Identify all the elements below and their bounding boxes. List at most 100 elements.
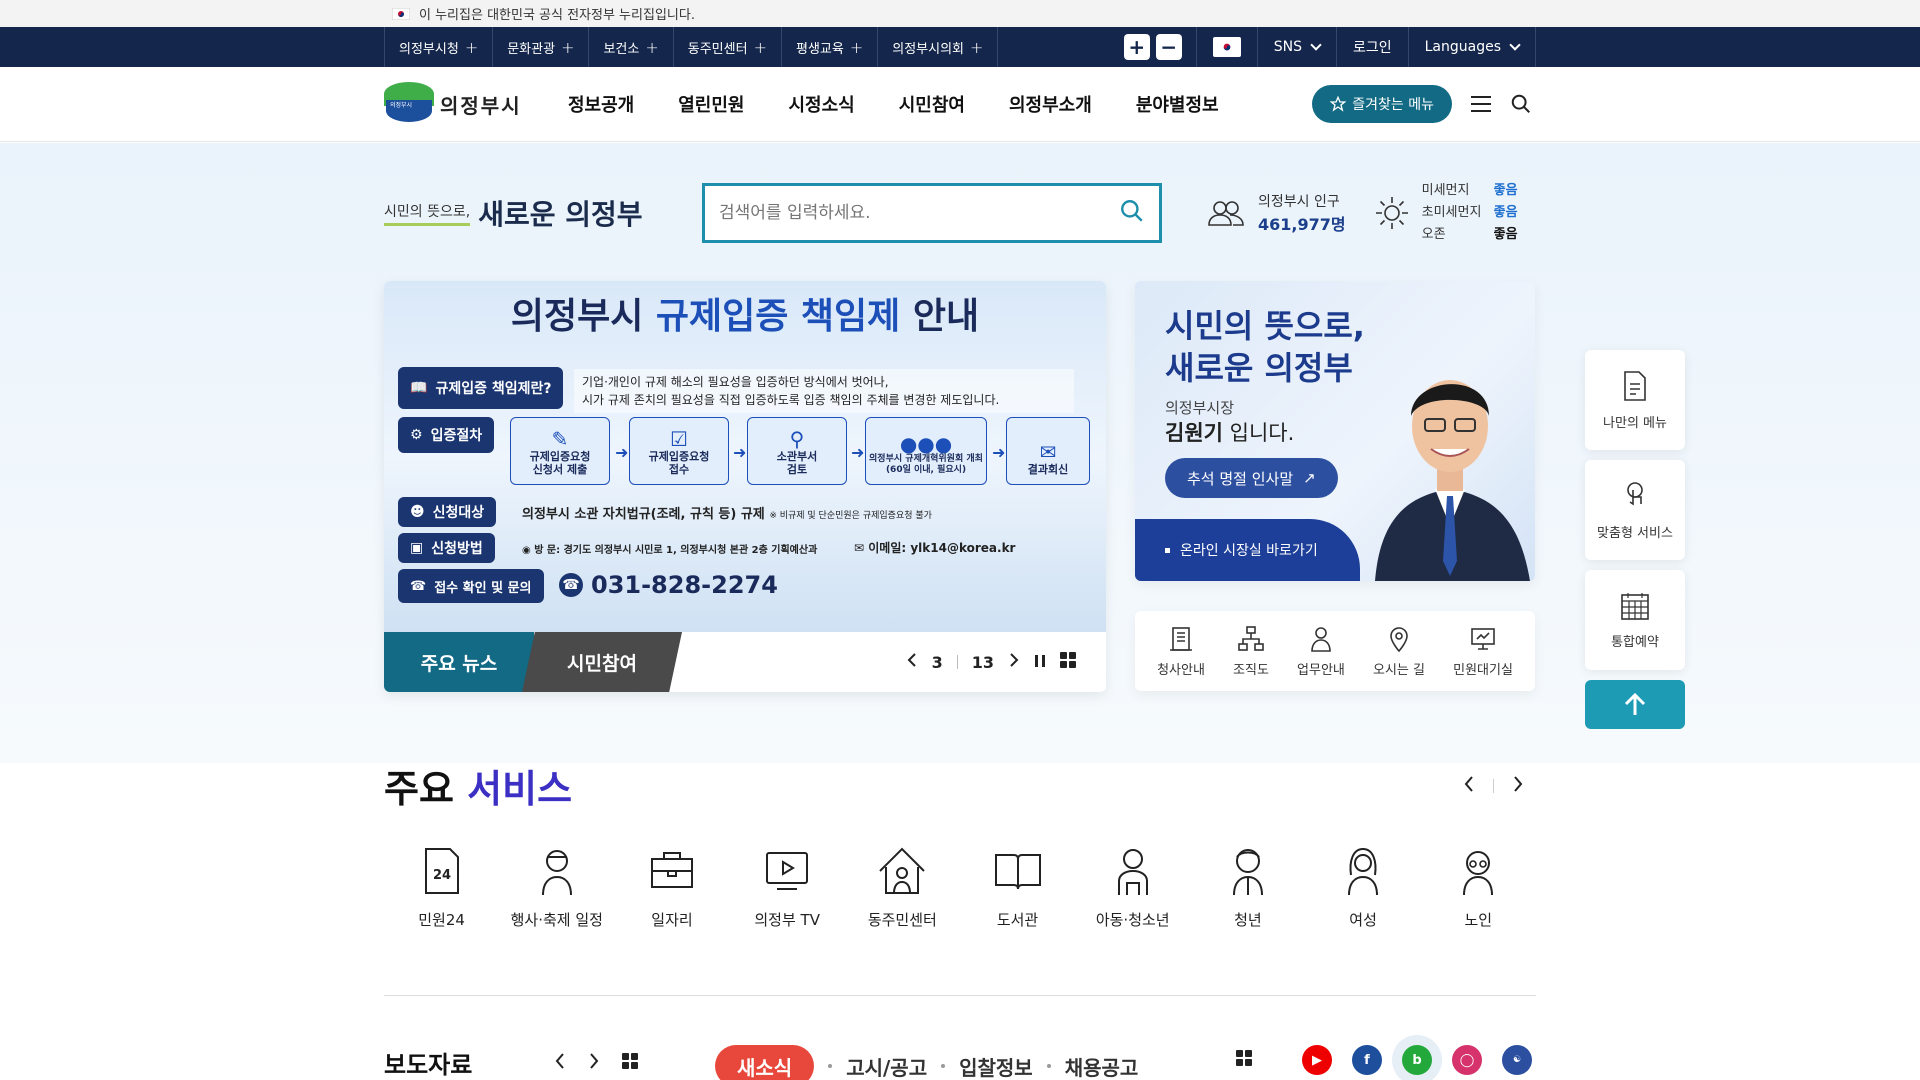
grid-icon[interactable]: [1236, 1050, 1252, 1070]
service-library[interactable]: 도서관: [960, 845, 1075, 930]
city-news-icon[interactable]: ☯: [1502, 1045, 1532, 1075]
service-community-center[interactable]: 동주민센터: [845, 845, 960, 930]
site-link-community-center[interactable]: 동주민센터 +: [674, 27, 782, 67]
search-icon[interactable]: [1119, 198, 1145, 228]
tab-new-news[interactable]: 새소식: [715, 1045, 815, 1080]
quick-link-org-chart[interactable]: 조직도: [1233, 625, 1269, 678]
chevron-right-icon[interactable]: [1512, 774, 1524, 798]
online-mayor-office-link[interactable]: 온라인 시장실 바로가기: [1135, 519, 1360, 581]
news-tabs: 새소식 고시/공고 입찰정보 채용공고: [715, 1045, 1138, 1080]
logo-text: 의정부시: [440, 93, 522, 118]
chevron-left-icon[interactable]: [906, 652, 918, 672]
gnb-civil-service[interactable]: 열린민원: [678, 91, 744, 117]
korean-language-flag[interactable]: [1195, 27, 1257, 67]
service-minwon24[interactable]: 24 민원24: [384, 845, 499, 930]
arrow-right-icon: ➜: [851, 443, 865, 462]
mayor-greeting-button[interactable]: 추석 명절 인사말 ↗: [1165, 458, 1338, 498]
banner-pager: 3 13: [906, 652, 1076, 672]
tab-notices[interactable]: 고시/공고: [846, 1052, 927, 1080]
instagram-icon[interactable]: ◯: [1452, 1045, 1482, 1075]
tab-bids[interactable]: 입찰정보: [959, 1052, 1033, 1080]
process-step: ✎ 규제입증요청 신청서 제출: [510, 417, 610, 485]
chevron-right-icon[interactable]: [588, 1052, 600, 1074]
gnb-about[interactable]: 의정부소개: [1009, 91, 1092, 117]
login-link[interactable]: 로그인: [1335, 27, 1408, 67]
tab-main-news[interactable]: 주요 뉴스: [384, 632, 534, 692]
site-link-education[interactable]: 평생교육 +: [782, 27, 879, 67]
city-slogan: 시민의 뜻으로, 새로운 의정부: [384, 198, 643, 231]
languages-dropdown[interactable]: Languages: [1407, 27, 1536, 67]
service-events[interactable]: 행사·축제 일정: [499, 845, 614, 930]
youtube-icon[interactable]: ▶: [1302, 1045, 1332, 1075]
mayor-name: 김원기 입니다.: [1165, 421, 1295, 445]
site-link-cityhall[interactable]: 의정부시청 +: [384, 27, 494, 67]
site-logo[interactable]: 의정부시 의정부시: [384, 82, 564, 126]
quick-link-waiting-room[interactable]: 민원대기실: [1453, 625, 1513, 678]
banner-image[interactable]: 의정부시 규제입증 책임제 안내 📖 규제입증 책임제란? 기업·개인이 규제 해…: [384, 281, 1106, 632]
gnb-participation[interactable]: 시민참여: [899, 91, 965, 117]
quick-link-work-guide[interactable]: 업무안내: [1297, 625, 1345, 678]
page-total: 13: [971, 652, 994, 672]
hero-search-row: 시민의 뜻으로, 새로운 의정부 의정부시 인구 461,977명 미세먼지좋음…: [384, 181, 1536, 245]
process-step: ☑ 규제입증요청 접수: [629, 417, 729, 485]
side-reservation[interactable]: 통합예약: [1585, 570, 1685, 670]
blog-icon[interactable]: b: [1402, 1045, 1432, 1075]
site-link-health[interactable]: 보건소 +: [589, 27, 674, 67]
side-custom-service[interactable]: 맞춤형 서비스: [1585, 460, 1685, 560]
population-widget: 의정부시 인구 461,977명: [1206, 191, 1346, 235]
gnb-info-disclosure[interactable]: 정보공개: [568, 91, 634, 117]
zoom-in-button[interactable]: +: [1123, 34, 1150, 60]
service-tv[interactable]: 의정부 TV: [730, 845, 845, 930]
service-seniors[interactable]: 노인: [1421, 845, 1536, 930]
service-jobs[interactable]: 일자리: [614, 845, 729, 930]
scroll-top-button[interactable]: [1585, 680, 1685, 729]
quick-links: 청사안내 조직도 업무안내 오시는 길 민원대기실: [1135, 611, 1535, 691]
service-youth-children[interactable]: 아동·청소년: [1075, 845, 1190, 930]
site-link-culture[interactable]: 문화관광 +: [493, 27, 590, 67]
sns-dropdown[interactable]: SNS: [1256, 27, 1336, 67]
pause-icon[interactable]: [1034, 653, 1046, 672]
chevron-left-icon[interactable]: [1463, 774, 1475, 798]
gnb-field-info[interactable]: 분야별정보: [1136, 91, 1219, 117]
chevron-left-icon[interactable]: [554, 1052, 566, 1074]
search-icon[interactable]: [1506, 89, 1536, 119]
tv-icon: [766, 852, 809, 890]
favorite-menu-button[interactable]: 즐겨찾는 메뉴: [1312, 85, 1452, 123]
side-my-menu[interactable]: 나만의 메뉴: [1585, 350, 1685, 450]
users-icon: ☻: [410, 504, 425, 520]
arrow-right-icon: ➜: [992, 443, 1006, 462]
zoom-out-button[interactable]: −: [1155, 34, 1182, 60]
service-young-adults[interactable]: 청년: [1190, 845, 1305, 930]
section-divider: [384, 995, 1536, 996]
monitor-icon: ▣: [410, 540, 424, 556]
services-nav: [1463, 774, 1524, 798]
banner-what-tag: 📖 규제입증 책임제란?: [398, 367, 564, 409]
air-quality-widget: 미세먼지 좋음 초미세먼지 좋음 오존 좋음: [1374, 180, 1518, 246]
plus-icon: +: [970, 37, 984, 57]
briefcase-icon: [650, 852, 693, 888]
search-input[interactable]: [719, 203, 1119, 223]
tab-civic-participation[interactable]: 시민참여: [522, 632, 682, 692]
process-step: ●●● 의정부시 규제개혁위원회 개최 (60일 이내, 필요시): [865, 417, 987, 485]
book-icon: 📖: [410, 380, 428, 396]
location-pin-icon: ◉: [522, 545, 531, 556]
grid-icon[interactable]: [1060, 652, 1076, 672]
sun-icon: [1375, 197, 1408, 229]
quick-link-directions[interactable]: 오시는 길: [1373, 625, 1425, 678]
hamburger-menu-icon[interactable]: [1466, 89, 1496, 119]
calendar-icon: [1621, 592, 1649, 620]
facebook-icon[interactable]: f: [1352, 1045, 1382, 1075]
site-link-council[interactable]: 의정부시의회 +: [878, 27, 999, 67]
korea-flag-icon: [1212, 37, 1241, 57]
chevron-right-icon[interactable]: [1008, 652, 1020, 672]
service-women[interactable]: 여성: [1306, 845, 1421, 930]
arrow-up-icon: [1624, 692, 1646, 715]
quick-link-building[interactable]: 청사안내: [1157, 625, 1205, 678]
gnb-city-news[interactable]: 시정소식: [789, 91, 855, 117]
arrow-up-right-icon: ↗: [1303, 469, 1316, 487]
search-icon: ⚲: [789, 427, 805, 451]
mail-icon: ✉: [854, 541, 865, 555]
grid-icon[interactable]: [622, 1052, 639, 1073]
tab-recruitment[interactable]: 채용공고: [1065, 1052, 1139, 1080]
senior-icon: [1463, 851, 1494, 896]
